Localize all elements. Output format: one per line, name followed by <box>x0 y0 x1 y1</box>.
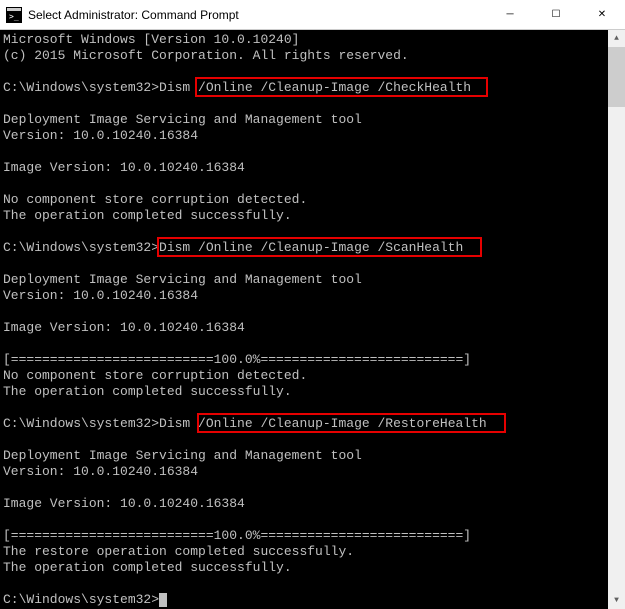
maximize-button[interactable]: ☐ <box>533 0 579 29</box>
image-version-2: Image Version: 10.0.10240.16384 <box>3 320 245 335</box>
prompt: C:\Windows\system32> <box>3 80 159 95</box>
prompt: C:\Windows\system32> <box>3 416 159 431</box>
os-header-line-2: (c) 2015 Microsoft Corporation. All righ… <box>3 48 409 63</box>
tool-header-1b: Version: 10.0.10240.16384 <box>3 128 198 143</box>
result-3b: The operation completed successfully. <box>3 560 292 575</box>
command-1-args: /Online /Cleanup-Image /CheckHealth <box>198 80 471 95</box>
vertical-scrollbar[interactable]: ▲ ▼ <box>608 30 625 609</box>
result-2b: The operation completed successfully. <box>3 384 292 399</box>
result-3a: The restore operation completed successf… <box>3 544 354 559</box>
window-titlebar[interactable]: >_ Select Administrator: Command Prompt … <box>0 0 625 30</box>
os-header-line-1: Microsoft Windows [Version 10.0.10240] <box>3 32 299 47</box>
image-version-1: Image Version: 10.0.10240.16384 <box>3 160 245 175</box>
tool-header-3b: Version: 10.0.10240.16384 <box>3 464 198 479</box>
close-button[interactable]: ✕ <box>579 0 625 29</box>
cursor <box>159 593 167 607</box>
tool-header-2b: Version: 10.0.10240.16384 <box>3 288 198 303</box>
tool-header-2a: Deployment Image Servicing and Managemen… <box>3 272 362 287</box>
tool-header-3a: Deployment Image Servicing and Managemen… <box>3 448 362 463</box>
scroll-up-arrow-icon[interactable]: ▲ <box>608 30 625 47</box>
svg-text:>_: >_ <box>9 12 19 21</box>
result-1a: No component store corruption detected. <box>3 192 307 207</box>
progress-bar-2: [==========================100.0%=======… <box>3 528 471 543</box>
command-3-name: Dism <box>159 416 198 431</box>
command-1-name: Dism <box>159 80 198 95</box>
tool-header-1a: Deployment Image Servicing and Managemen… <box>3 112 362 127</box>
command-3-args: /Online /Cleanup-Image /RestoreHealth <box>198 416 487 431</box>
result-1b: The operation completed successfully. <box>3 208 292 223</box>
cmd-icon: >_ <box>6 7 22 23</box>
scroll-down-arrow-icon[interactable]: ▼ <box>608 592 625 609</box>
terminal-output[interactable]: Microsoft Windows [Version 10.0.10240] (… <box>0 30 608 609</box>
window-title: Select Administrator: Command Prompt <box>28 8 487 22</box>
prompt: C:\Windows\system32> <box>3 592 159 607</box>
command-2: Dism /Online /Cleanup-Image /ScanHealth <box>159 240 463 255</box>
scrollbar-thumb[interactable] <box>608 47 625 107</box>
image-version-3: Image Version: 10.0.10240.16384 <box>3 496 245 511</box>
result-2a: No component store corruption detected. <box>3 368 307 383</box>
minimize-button[interactable]: ─ <box>487 0 533 29</box>
prompt: C:\Windows\system32> <box>3 240 159 255</box>
progress-bar-1: [==========================100.0%=======… <box>3 352 471 367</box>
window-controls: ─ ☐ ✕ <box>487 0 625 29</box>
